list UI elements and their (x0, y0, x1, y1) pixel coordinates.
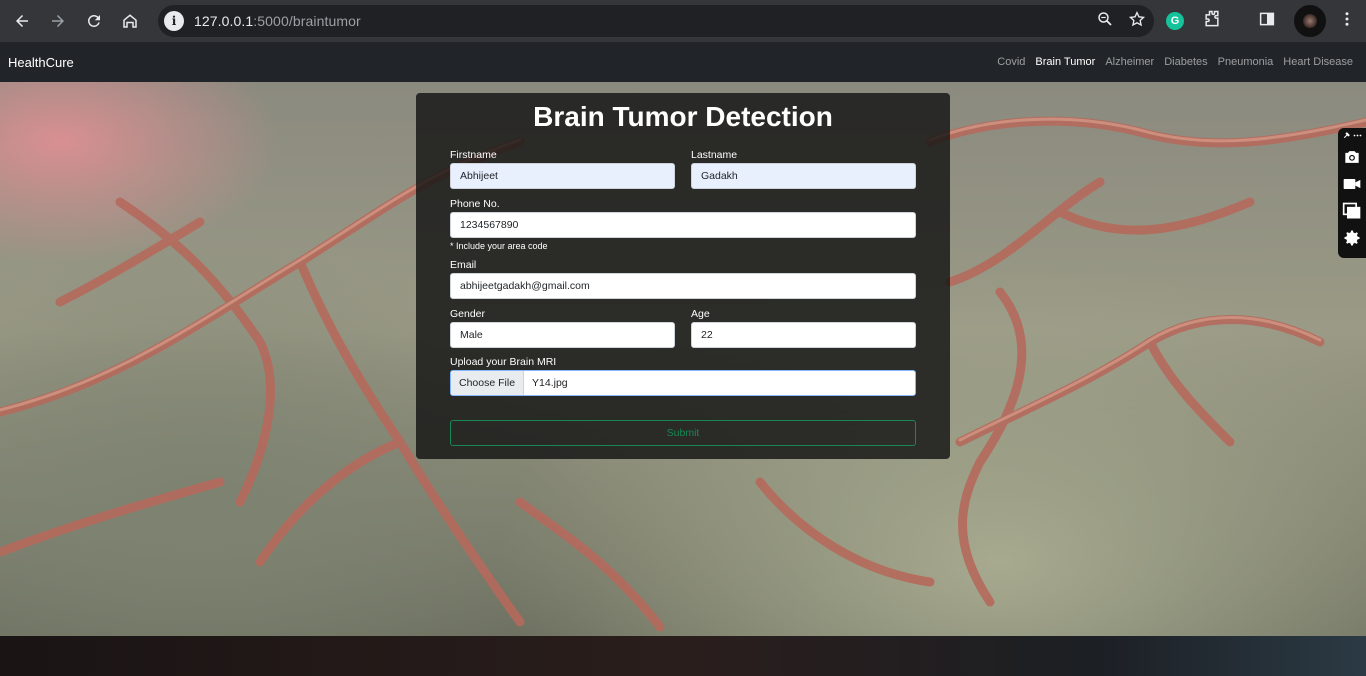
home-icon[interactable] (112, 3, 148, 39)
reload-icon[interactable] (76, 3, 112, 39)
grammarly-icon[interactable]: G (1166, 12, 1184, 30)
brain-tumor-form-card: Brain Tumor Detection Firstname Abhijeet… (416, 93, 950, 459)
mri-file-input[interactable]: Choose File Y14.jpg (450, 370, 916, 396)
more-options-icon[interactable] (1353, 131, 1362, 142)
selected-file-name: Y14.jpg (532, 377, 568, 389)
zoom-icon[interactable] (1096, 10, 1114, 33)
puzzle-icon[interactable] (1202, 9, 1222, 34)
gear-icon[interactable] (1340, 224, 1364, 251)
forward-arrow-icon[interactable] (40, 3, 76, 39)
back-arrow-icon[interactable] (4, 3, 40, 39)
age-label: Age (691, 308, 710, 320)
phone-help-text: * Include your area code (450, 241, 548, 251)
phone-label: Phone No. (450, 198, 500, 210)
lastname-field[interactable]: Gadakh (691, 163, 916, 189)
submit-button[interactable]: Submit (450, 420, 916, 446)
firstname-field[interactable]: Abhijeet (450, 163, 675, 189)
email-field[interactable]: abhijeetgadakh@gmail.com (450, 273, 916, 299)
nav-link-heart-disease[interactable]: Heart Disease (1283, 56, 1353, 68)
video-icon[interactable] (1340, 170, 1364, 197)
nav-link-pneumonia[interactable]: Pneumonia (1218, 56, 1274, 68)
age-field[interactable]: 22 (691, 322, 916, 348)
nav-link-brain-tumor[interactable]: Brain Tumor (1035, 56, 1095, 68)
pin-icon[interactable] (1342, 131, 1351, 142)
screen-capture-toolbar (1338, 128, 1366, 258)
site-navbar: HealthCure Covid Brain Tumor Alzheimer D… (0, 42, 1366, 82)
info-icon[interactable]: i (164, 11, 184, 31)
nav-link-diabetes[interactable]: Diabetes (1164, 56, 1207, 68)
side-panel-icon[interactable] (1258, 10, 1276, 33)
gender-label: Gender (450, 308, 486, 320)
nav-links: Covid Brain Tumor Alzheimer Diabetes Pne… (997, 42, 1353, 82)
page-title: Brain Tumor Detection (533, 101, 833, 132)
gender-field[interactable]: Male (450, 322, 675, 348)
camera-icon[interactable] (1340, 143, 1364, 170)
kebab-menu-icon[interactable] (1338, 10, 1356, 33)
browser-toolbar: i 127.0.0.1:5000/braintumor G (0, 0, 1366, 42)
firstname-label: Firstname (450, 149, 497, 161)
windows-icon[interactable] (1340, 197, 1364, 224)
nav-link-covid[interactable]: Covid (997, 56, 1025, 68)
email-label: Email (450, 259, 477, 271)
nav-link-alzheimer[interactable]: Alzheimer (1105, 56, 1154, 68)
url-text: 127.0.0.1:5000/braintumor (194, 13, 361, 29)
choose-file-button[interactable]: Choose File (451, 371, 525, 395)
lastname-label: Lastname (691, 149, 738, 161)
brand-link[interactable]: HealthCure (8, 55, 74, 70)
avatar[interactable] (1294, 5, 1326, 37)
star-icon[interactable] (1128, 10, 1146, 33)
address-bar[interactable]: i 127.0.0.1:5000/braintumor (158, 5, 1154, 37)
phone-field[interactable]: 1234567890 (450, 212, 916, 238)
bottom-background-strip (0, 636, 1366, 676)
upload-label: Upload your Brain MRI (450, 356, 557, 368)
